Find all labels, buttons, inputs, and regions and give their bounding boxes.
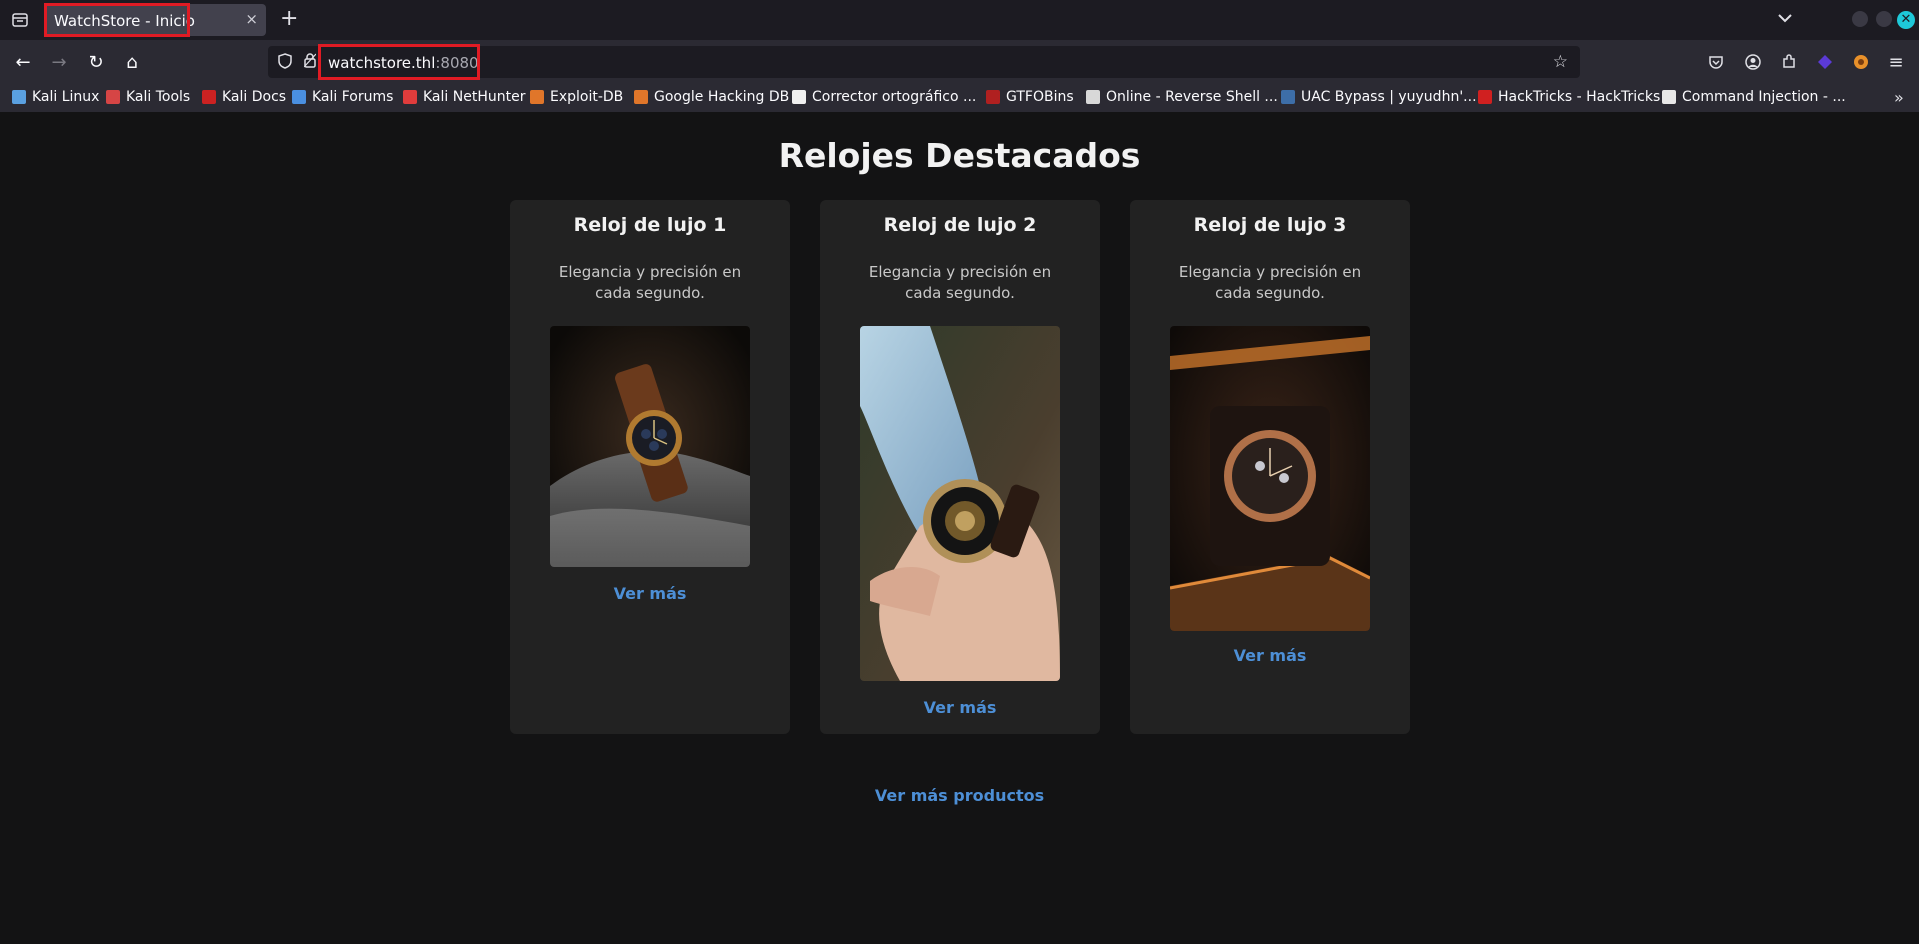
bookmark-item[interactable]: Kali Forums [292, 89, 393, 105]
chevron-down-icon[interactable] [1778, 8, 1792, 27]
corrector-icon [792, 90, 806, 104]
bookmarks-toolbar: » Kali Linux Kali Tools Kali Docs Kali Foru… [0, 84, 1919, 112]
card-title: Reloj de lujo 2 [883, 214, 1037, 236]
exploit-db-icon [530, 90, 544, 104]
bookmark-label: Online - Reverse Shell ... [1106, 89, 1278, 105]
bookmark-item[interactable]: Online - Reverse Shell ... [1086, 89, 1278, 105]
bookmark-label: Kali Linux [32, 89, 100, 105]
watch-on-rock-photo[interactable] [550, 326, 750, 567]
card-link[interactable]: Ver más [820, 698, 1100, 717]
watch-on-wrist-photo[interactable] [860, 326, 1060, 681]
extension-purple-icon[interactable] [1815, 52, 1835, 72]
close-window-button[interactable]: ✕ [1897, 11, 1915, 29]
menu-icon[interactable]: ≡ [1886, 52, 1906, 73]
bookmark-label: Google Hacking DB [654, 89, 790, 105]
minimize-button[interactable] [1852, 11, 1868, 27]
reload-icon[interactable]: ↻ [84, 50, 108, 74]
kali-icon [12, 90, 26, 104]
card-description: Elegancia y precisión en cada segundo. [558, 263, 742, 302]
card-link[interactable]: Ver más [510, 584, 790, 603]
bookmark-label: Kali Tools [126, 89, 191, 105]
home-icon[interactable]: ⌂ [120, 50, 144, 74]
back-icon[interactable]: ← [11, 50, 35, 74]
bookmark-item[interactable]: HackTricks - HackTricks [1478, 89, 1660, 105]
bookmark-label: UAC Bypass | yuyudhn'... [1301, 89, 1477, 105]
tab-list-icon[interactable] [10, 10, 30, 30]
product-card: Reloj de lujo 3 Elegancia y precisión en… [1130, 200, 1410, 734]
kali-docs-icon [202, 90, 216, 104]
bookmark-star-icon[interactable]: ☆ [1553, 52, 1568, 72]
bookmark-item[interactable]: Kali Linux [12, 89, 99, 105]
bookmark-item[interactable]: Kali Tools [106, 89, 190, 105]
pocket-icon[interactable] [1706, 52, 1726, 72]
tab-close-icon[interactable]: × [245, 10, 258, 28]
tab-bar: WatchStore - Inicio × + ✕ [0, 0, 1919, 40]
bookmark-item[interactable]: GTFOBins [986, 89, 1074, 105]
skull-icon [1086, 90, 1100, 104]
card-title: Reloj de lujo 3 [1193, 214, 1347, 236]
maximize-button[interactable] [1876, 11, 1892, 27]
bookmarks-overflow-icon[interactable]: » [1894, 88, 1904, 107]
product-card: Reloj de lujo 2 Elegancia y precisión en… [820, 200, 1100, 734]
bookmark-label: Corrector ortográfico ... [812, 89, 977, 105]
bookmark-item[interactable]: Google Hacking DB [634, 89, 789, 105]
shield-icon[interactable] [278, 53, 292, 73]
page-content: Relojes Destacados Reloj de lujo 1 Elega… [0, 112, 1919, 944]
account-icon[interactable] [1743, 52, 1763, 72]
bookmark-item[interactable]: Exploit-DB [530, 89, 623, 105]
address-bar[interactable]: watchstore.thl:8080 ☆ [268, 46, 1580, 78]
card-description: Elegancia y precisión en cada segundo. [1178, 263, 1362, 302]
more-products-link[interactable]: Ver más productos [0, 786, 1919, 805]
navigation-bar: ← → ↻ ⌂ watchstore.thl:8080 ☆ ≡ [0, 40, 1919, 84]
bookmark-label: Exploit-DB [550, 89, 624, 105]
kali-forums-icon [292, 90, 306, 104]
ghdb-icon [634, 90, 648, 104]
product-card: Reloj de lujo 1 Elegancia y precisión en… [510, 200, 790, 734]
bookmark-label: Kali Forums [312, 89, 394, 105]
extensions-icon[interactable] [1779, 52, 1799, 72]
url-port: :8080 [435, 54, 479, 72]
bookmark-label: Command Injection - ... [1682, 89, 1846, 105]
page-heading: Relojes Destacados [778, 136, 1141, 175]
new-tab-icon[interactable]: + [280, 7, 298, 31]
active-tab[interactable]: WatchStore - Inicio × [44, 4, 266, 36]
nethunter-icon [403, 90, 417, 104]
extension-orange-icon[interactable] [1851, 52, 1871, 72]
uac-icon [1281, 90, 1295, 104]
bookmark-item[interactable]: Kali NetHunter [403, 89, 525, 105]
command-injection-icon [1662, 90, 1676, 104]
forward-icon[interactable]: → [47, 50, 71, 74]
card-description: Elegancia y precisión en cada segundo. [868, 263, 1052, 302]
kali-tools-icon [106, 90, 120, 104]
lock-icon[interactable] [303, 53, 317, 72]
bookmark-item[interactable]: Command Injection - ... [1662, 89, 1846, 105]
url-text[interactable]: watchstore.thl:8080 [328, 54, 479, 72]
gtfobins-icon [986, 90, 1000, 104]
card-title: Reloj de lujo 1 [573, 214, 727, 236]
bookmark-label: HackTricks - HackTricks [1498, 89, 1661, 105]
tab-title: WatchStore - Inicio [54, 12, 195, 30]
bookmark-label: Kali Docs [222, 89, 287, 105]
card-link[interactable]: Ver más [1130, 646, 1410, 665]
bookmark-item[interactable]: Kali Docs [202, 89, 286, 105]
bookmark-label: GTFOBins [1006, 89, 1074, 105]
bookmark-item[interactable]: Corrector ortográfico ... [792, 89, 976, 105]
url-host: watchstore.thl [328, 54, 436, 72]
bookmark-item[interactable]: UAC Bypass | yuyudhn'... [1281, 89, 1477, 105]
watch-in-box-photo[interactable] [1170, 326, 1370, 631]
hacktricks-icon [1478, 90, 1492, 104]
bookmark-label: Kali NetHunter [423, 89, 526, 105]
